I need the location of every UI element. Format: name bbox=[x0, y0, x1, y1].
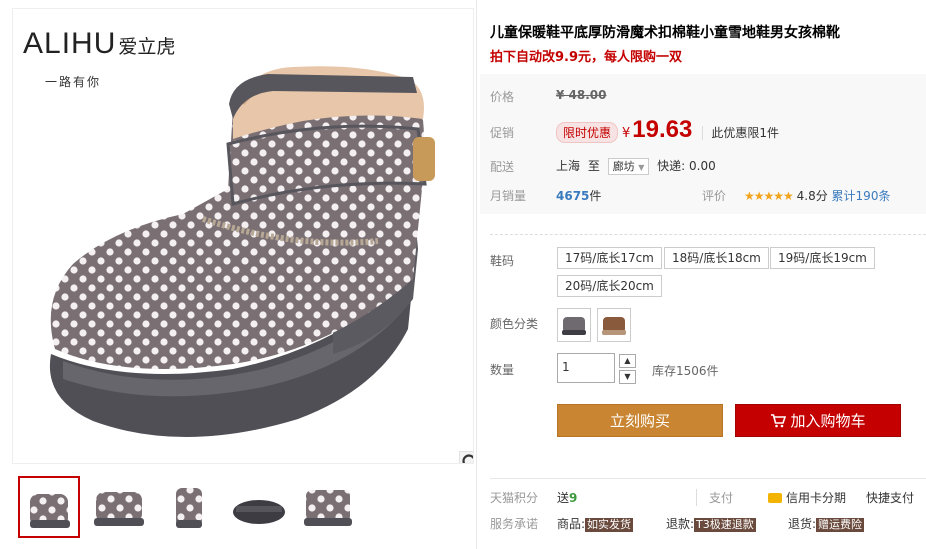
divider bbox=[476, 0, 477, 549]
quick-pay[interactable]: 快捷支付 bbox=[866, 489, 914, 506]
rating-count-link[interactable]: 累计190条 bbox=[832, 189, 891, 203]
buy-now-button[interactable]: 立刻购买 bbox=[557, 404, 723, 437]
promo-row: 限时优惠 ¥19.63 此优惠限1件 bbox=[556, 116, 779, 144]
points-label: 天猫积分 bbox=[490, 491, 539, 505]
region-value: 廊坊 bbox=[612, 160, 635, 173]
quantity-input[interactable]: 1 bbox=[557, 353, 615, 383]
refund-tag: T3极速退款 bbox=[694, 518, 756, 532]
refund-prefix: 退款: bbox=[666, 517, 695, 531]
promise-goods[interactable]: 商品: 如实发货 bbox=[557, 515, 634, 532]
price-panel: 价格 ¥ 48.00 促销 限时优惠 ¥19.63 此优惠限1件 配送 上海 至 廊… bbox=[480, 74, 926, 214]
thumbnail-5[interactable] bbox=[298, 476, 360, 538]
size-label: 鞋码 bbox=[490, 254, 515, 268]
delivery-region-select[interactable]: 廊坊 ▼ bbox=[607, 158, 650, 175]
return-prefix: 退货: bbox=[788, 517, 817, 531]
delivery-fee: 快递: 0.00 bbox=[657, 159, 716, 173]
promo-subtitle: 拍下自动改9.9元，每人限购一双 bbox=[490, 50, 683, 65]
thumbnail-4[interactable] bbox=[228, 476, 290, 538]
quantity-label: 数量 bbox=[490, 363, 515, 377]
size-option-17[interactable]: 17码/底长17cm bbox=[557, 247, 662, 269]
points-value-row: 送9 bbox=[557, 489, 577, 506]
color-label: 颜色分类 bbox=[490, 317, 539, 331]
pay-label: 支付 bbox=[696, 489, 733, 506]
size-option-18[interactable]: 18码/底长18cm bbox=[664, 247, 769, 269]
delivery-to-word: 至 bbox=[587, 159, 600, 173]
promo-price: 19.63 bbox=[632, 116, 693, 143]
rating-label: 评价 bbox=[702, 189, 727, 203]
thumbnail-2[interactable] bbox=[88, 476, 150, 538]
cart-icon bbox=[771, 414, 787, 428]
promo-label: 促销 bbox=[490, 126, 515, 140]
promo-currency: ¥ bbox=[622, 126, 631, 141]
chevron-up-icon[interactable]: ▲ bbox=[619, 354, 636, 368]
chevron-down-icon[interactable]: ▼ bbox=[619, 370, 636, 384]
delivery-from: 上海 bbox=[556, 159, 581, 173]
rating-score: 4.8分 bbox=[796, 189, 828, 203]
original-price: ¥ 48.00 bbox=[556, 88, 607, 102]
thumbnail-3[interactable] bbox=[158, 476, 220, 538]
rating-row: ★★★★★ 4.8分 累计190条 bbox=[744, 187, 890, 204]
section-divider bbox=[490, 234, 926, 235]
goods-prefix: 商品: bbox=[557, 517, 586, 531]
star-icon: ★★★★★ bbox=[744, 189, 794, 203]
size-option-20[interactable]: 20码/底长20cm bbox=[557, 275, 662, 297]
sales-value: 4675 bbox=[556, 189, 590, 203]
credit-card-icon bbox=[768, 493, 782, 503]
add-to-cart-label: 加入购物车 bbox=[790, 412, 866, 430]
product-title: 儿童保暖鞋平底厚防滑魔术扣棉鞋小童雪地鞋男女孩棉靴 bbox=[490, 25, 840, 41]
price-label: 价格 bbox=[490, 90, 515, 104]
promise-return[interactable]: 退货: 赠运费险 bbox=[788, 515, 865, 532]
main-product-image[interactable]: ALIHU 爱立虎 一路有你 bbox=[12, 8, 474, 464]
delivery-row: 上海 至 廊坊 ▼ 快递: 0.00 bbox=[556, 157, 716, 175]
sales-row: 4675件 bbox=[556, 187, 601, 204]
delivery-label: 配送 bbox=[490, 160, 515, 174]
promo-badge: 限时优惠 bbox=[556, 122, 619, 143]
points-value: 9 bbox=[569, 491, 578, 505]
sales-unit: 件 bbox=[589, 189, 602, 203]
credit-installment-label: 信用卡分期 bbox=[786, 491, 847, 505]
goods-tag: 如实发货 bbox=[585, 518, 634, 532]
boot-illustration bbox=[49, 66, 435, 438]
stock-count: 库存1506件 bbox=[652, 364, 719, 378]
color-option-gray[interactable] bbox=[557, 308, 591, 342]
return-tag: 赠运费险 bbox=[816, 518, 865, 532]
promo-limit: 此优惠限1件 bbox=[702, 126, 779, 140]
size-option-19[interactable]: 19码/底长19cm bbox=[770, 247, 875, 269]
color-option-brown[interactable] bbox=[597, 308, 631, 342]
product-gallery: ALIHU 爱立虎 一路有你 bbox=[0, 0, 476, 549]
promise-refund[interactable]: 退款: T3极速退款 bbox=[666, 515, 756, 532]
thumbnail-1[interactable] bbox=[18, 476, 80, 538]
add-to-cart-button[interactable]: 加入购物车 bbox=[735, 404, 901, 437]
credit-installment[interactable]: 信用卡分期 bbox=[768, 489, 846, 506]
sales-label: 月销量 bbox=[490, 189, 527, 203]
thumbnail-strip bbox=[18, 476, 478, 542]
points-prefix: 送 bbox=[557, 491, 570, 505]
service-panel: 天猫积分 送9 支付 信用卡分期 快捷支付 服务承诺 商品: 如实发货 退款: T3… bbox=[490, 478, 926, 549]
dropdown-arrow-icon: ▼ bbox=[638, 163, 645, 172]
promise-label: 服务承诺 bbox=[490, 517, 539, 531]
zoom-icon[interactable] bbox=[459, 451, 473, 463]
